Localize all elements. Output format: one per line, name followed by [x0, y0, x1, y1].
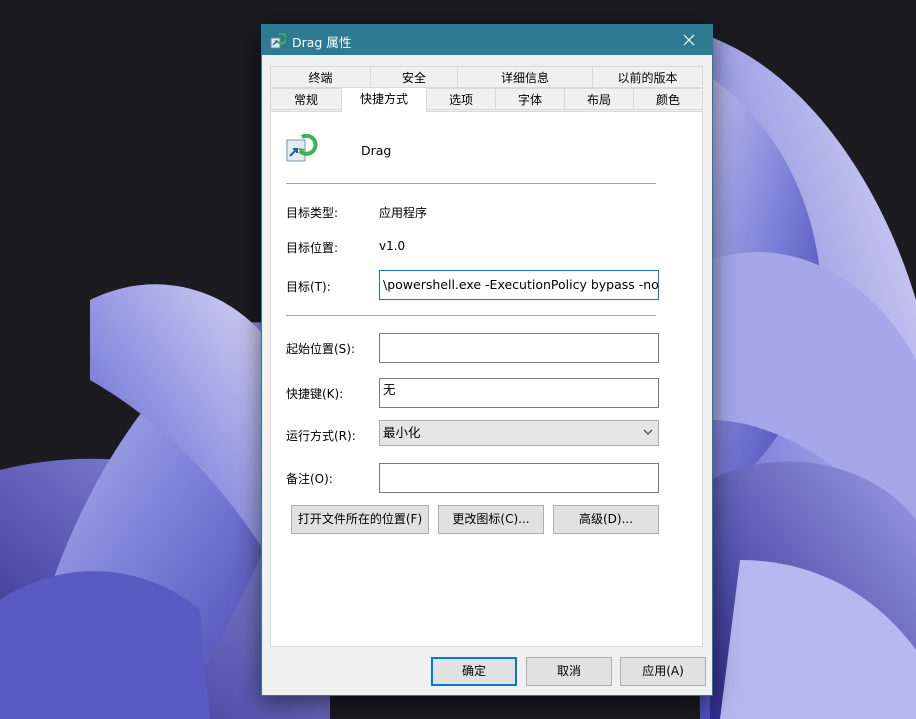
separator: [286, 183, 656, 184]
target-label: 目标(T):: [286, 280, 331, 294]
open-file-location-button[interactable]: 打开文件所在的位置(F): [291, 505, 429, 534]
chevron-down-icon: [643, 429, 653, 435]
shortcut-app-icon: [270, 33, 286, 49]
target-type-label: 目标类型:: [286, 206, 339, 220]
advanced-button[interactable]: 高级(D)...: [553, 505, 659, 534]
start-in-label: 起始位置(S):: [286, 342, 356, 356]
tab-shortcut[interactable]: 快捷方式: [341, 87, 427, 112]
tab-general[interactable]: 常规: [270, 88, 342, 110]
shortcut-panel: Drag 目标类型: 应用程序 目标位置: v1.0 目标(T): \power…: [270, 111, 703, 647]
separator: [286, 315, 656, 316]
window-title: Drag 属性: [292, 35, 352, 50]
start-in-field[interactable]: [379, 333, 659, 363]
shortcut-name: Drag: [361, 143, 392, 158]
tab-security[interactable]: 安全: [370, 66, 458, 88]
tab-terminal[interactable]: 终端: [270, 66, 371, 88]
target-type-value: 应用程序: [379, 206, 428, 220]
hotkey-label: 快捷键(K):: [286, 387, 344, 401]
close-icon: [683, 34, 695, 46]
change-icon-button[interactable]: 更改图标(C)...: [438, 505, 544, 534]
apply-button[interactable]: 应用(A): [620, 657, 706, 686]
target-location-value: v1.0: [379, 239, 406, 253]
shortcut-large-icon: [286, 134, 318, 162]
tab-options[interactable]: 选项: [426, 88, 496, 110]
properties-dialog: Drag 属性 终端 安全 详细信息 以前的版本 常规 快捷方式 选项 字体 布…: [261, 24, 713, 696]
comment-field[interactable]: [379, 463, 659, 493]
close-button[interactable]: [666, 25, 712, 55]
tab-previous-versions[interactable]: 以前的版本: [592, 66, 703, 88]
tab-font[interactable]: 字体: [495, 88, 565, 110]
comment-label: 备注(O):: [286, 472, 333, 486]
run-select-value: 最小化: [383, 425, 421, 440]
tab-colors[interactable]: 颜色: [633, 88, 703, 110]
tab-layout[interactable]: 布局: [564, 88, 634, 110]
title-bar[interactable]: Drag 属性: [262, 25, 712, 55]
hotkey-field[interactable]: 无: [379, 378, 659, 408]
ok-button[interactable]: 确定: [431, 657, 517, 686]
tab-details[interactable]: 详细信息: [457, 66, 593, 88]
target-location-label: 目标位置:: [286, 241, 339, 255]
run-label: 运行方式(R):: [286, 429, 356, 443]
cancel-button[interactable]: 取消: [526, 657, 612, 686]
target-field[interactable]: \powershell.exe -ExecutionPolicy bypass …: [379, 270, 659, 300]
run-select[interactable]: 最小化: [379, 420, 659, 446]
